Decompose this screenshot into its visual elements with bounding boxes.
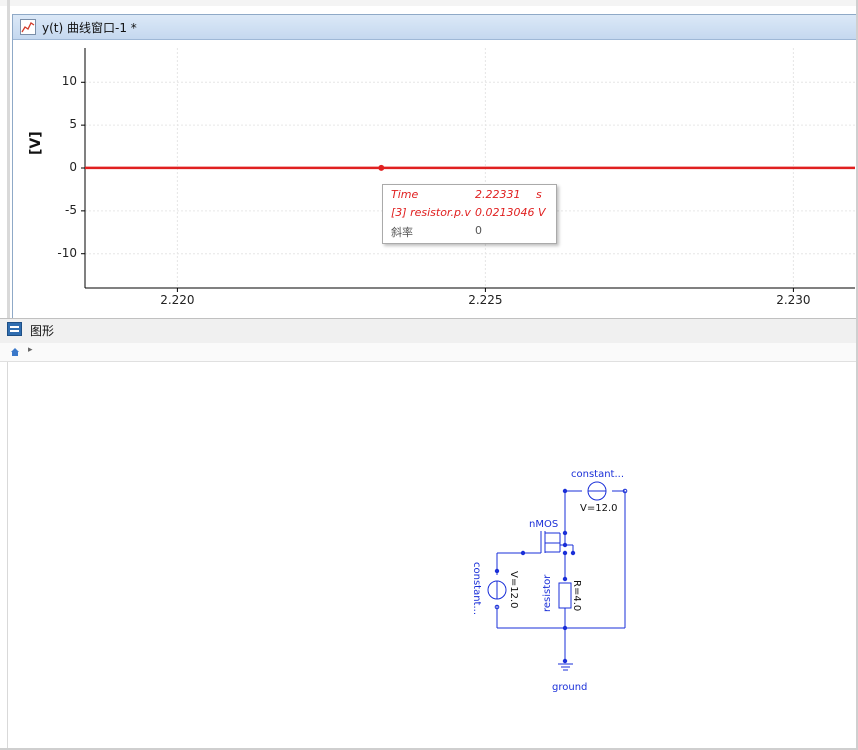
constant-left-label[interactable]: constant...: [471, 562, 482, 615]
constant-left-param: V=12.0: [508, 571, 519, 609]
constant-top-param: V=12.0: [580, 503, 618, 514]
circuit-diagram: [487, 481, 628, 671]
resistor-label[interactable]: resistor: [542, 575, 553, 612]
resistor-body: [558, 582, 572, 609]
ground-label[interactable]: ground: [552, 682, 587, 693]
resistor-param: R=4.0: [571, 580, 582, 612]
constant-top-label[interactable]: constant...: [571, 469, 624, 480]
nmos-label[interactable]: nMOS: [529, 519, 558, 530]
